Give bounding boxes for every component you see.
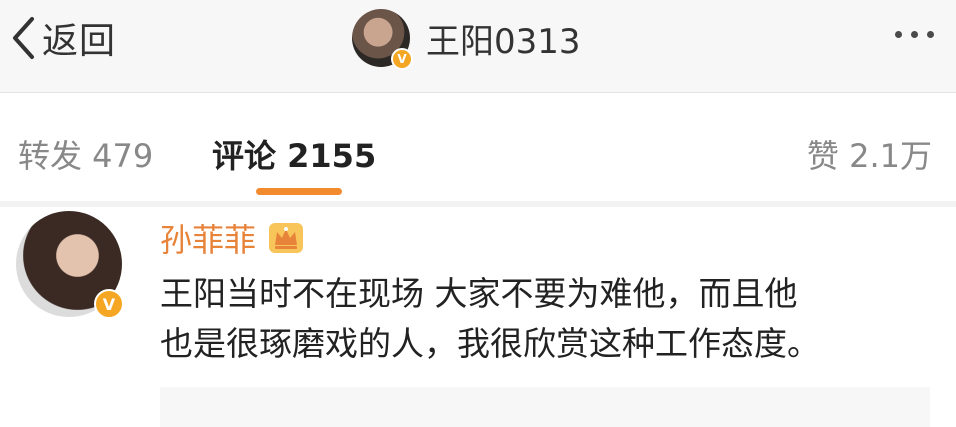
commenter-avatar[interactable]: V (16, 211, 124, 319)
tab-comment[interactable]: 评论 2155 (212, 131, 376, 177)
back-label: 返回 (42, 21, 117, 62)
more-dot (895, 31, 902, 38)
chevron-left-icon (13, 17, 34, 59)
comment-line: 也是很琢磨戏的人，我很欣赏这种工作态度。 (160, 324, 820, 363)
profile-title[interactable]: V 王阳0313 (352, 6, 581, 70)
top-nav-bar: 返回 V 王阳0313 (0, 0, 956, 93)
tab-bar: 转发 479 评论 2155 赞 2.1万 (0, 93, 956, 201)
page-title: 王阳0313 (426, 21, 581, 62)
verified-badge: V (94, 289, 124, 319)
verified-badge: V (391, 48, 413, 70)
more-dot (927, 31, 934, 38)
more-dot (911, 31, 918, 38)
username-label: 孙菲菲 (160, 221, 257, 259)
active-tab-indicator (256, 188, 342, 195)
crown-icon (269, 223, 304, 253)
commenter-name[interactable]: 孙菲菲 (160, 215, 304, 261)
avatar[interactable]: V (352, 9, 413, 70)
back-button[interactable]: 返回 (10, 10, 116, 66)
comment-line: 王阳当时不在现场 大家不要为难他，而且他 (160, 274, 798, 313)
more-dots-icon[interactable] (895, 31, 934, 38)
reply-preview-box[interactable] (160, 387, 930, 427)
comment-item[interactable]: V 孙菲菲 王阳当时不在现场 大家不要为难他，而且他 也是很琢磨戏的人，我很欣赏… (0, 207, 956, 427)
tab-like[interactable]: 赞 2.1万 (807, 131, 932, 177)
tab-repost[interactable]: 转发 479 (18, 131, 153, 177)
comment-body: 王阳当时不在现场 大家不要为难他，而且他 也是很琢磨戏的人，我很欣赏这种工作态度… (160, 269, 920, 369)
